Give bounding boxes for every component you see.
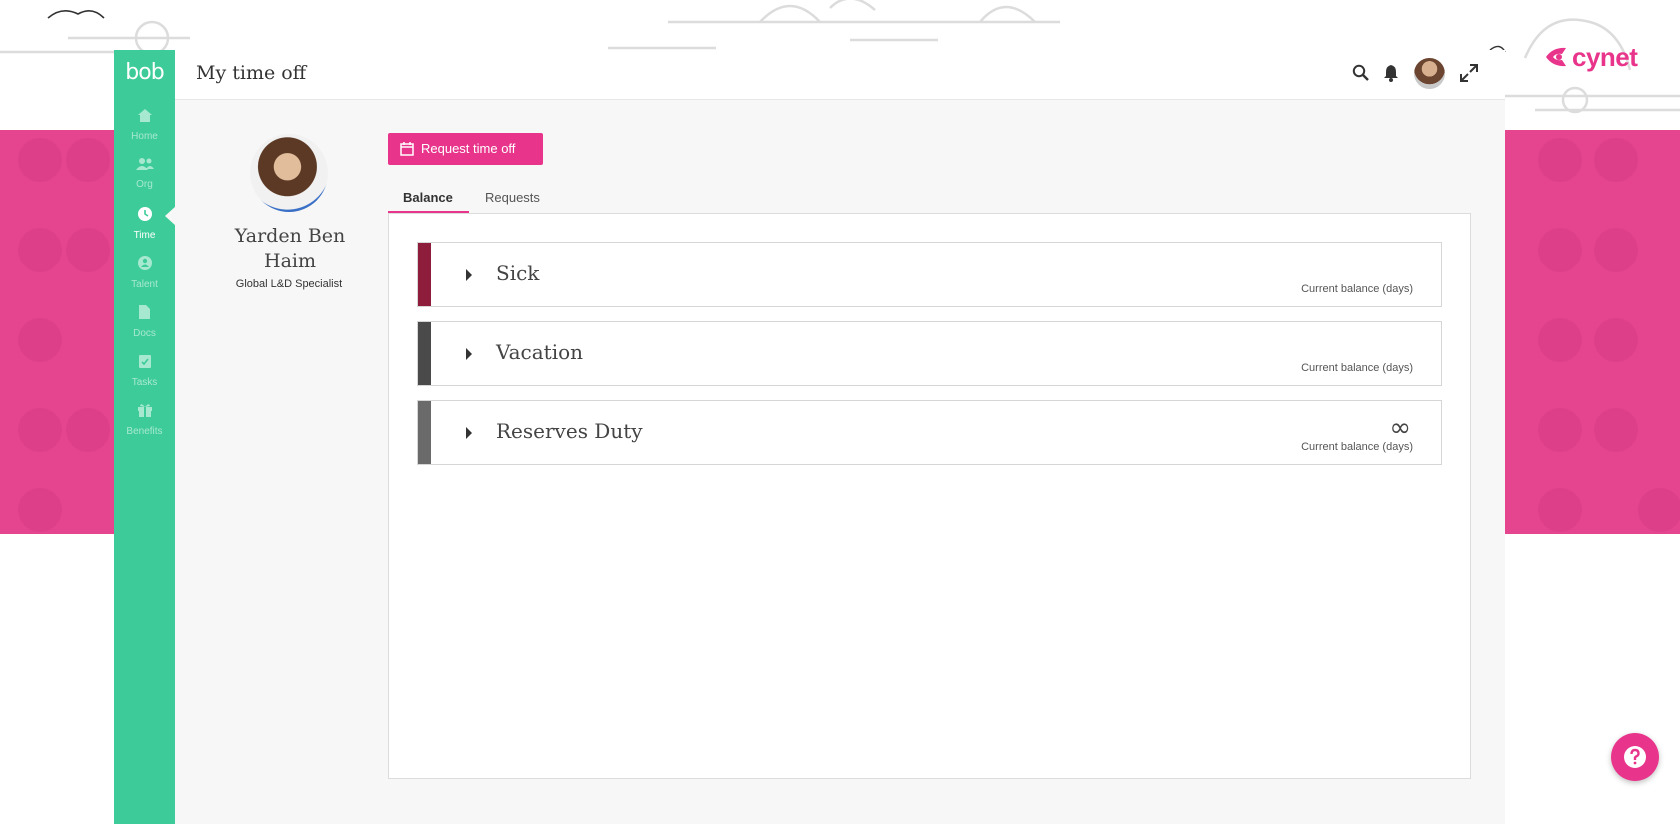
bob-logo[interactable]: bob	[114, 60, 175, 85]
page-title: My time off	[196, 62, 307, 84]
sidebar-item-tasks[interactable]: Tasks	[114, 353, 175, 390]
profile-name: Yarden Ben Haim	[234, 225, 346, 272]
calendar-icon	[400, 142, 414, 156]
profile-photo	[250, 134, 328, 212]
policy-card-vacation[interactable]: Vacation Current balance (days)	[417, 321, 1442, 386]
bell-icon[interactable]	[1383, 64, 1399, 82]
tab-balance[interactable]: Balance	[403, 190, 453, 205]
policy-color-bar	[418, 243, 431, 306]
policy-color-bar	[418, 401, 431, 464]
tab-requests[interactable]: Requests	[485, 190, 540, 205]
sidebar-item-home[interactable]: Home	[114, 108, 175, 144]
sidebar: bob Home Org Time Talent Docs Tasks Bene…	[114, 50, 176, 824]
tasks-icon	[138, 355, 151, 368]
sidebar-item-label: Talent	[131, 279, 158, 290]
profile-role: Global L&D Specialist	[235, 278, 343, 290]
balance-label: Current balance (days)	[1301, 441, 1413, 453]
policy-card-sick[interactable]: Sick Current balance (days)	[417, 242, 1442, 307]
sidebar-item-talent[interactable]: Talent	[114, 255, 175, 292]
balance-label: Current balance (days)	[1301, 283, 1413, 295]
infinity-balance-value: ∞	[1389, 413, 1411, 443]
expand-icon[interactable]	[1460, 64, 1478, 82]
expand-arrow-icon[interactable]	[466, 348, 472, 360]
gift-icon	[137, 404, 152, 417]
policy-color-bar	[418, 322, 431, 385]
sidebar-item-docs[interactable]: Docs	[114, 304, 175, 341]
search-icon[interactable]	[1352, 64, 1370, 82]
clock-icon	[137, 207, 152, 221]
sidebar-item-label: Benefits	[126, 426, 163, 437]
sidebar-item-org[interactable]: Org	[114, 157, 175, 192]
policy-name: Vacation	[496, 340, 584, 364]
top-header: My time off	[175, 50, 1505, 100]
company-logo: cynet	[1544, 42, 1638, 75]
request-button-label: Request time off	[421, 141, 516, 156]
sidebar-item-benefits[interactable]: Benefits	[114, 402, 175, 439]
sidebar-item-label: Org	[136, 179, 153, 190]
active-indicator	[165, 206, 176, 226]
sidebar-item-label: Docs	[133, 328, 156, 339]
policy-name: Reserves Duty	[496, 419, 643, 443]
question-icon	[1624, 746, 1646, 768]
people-icon	[135, 158, 154, 170]
expand-arrow-icon[interactable]	[466, 427, 472, 439]
balance-label: Current balance (days)	[1301, 362, 1413, 374]
company-logo-text: cynet	[1572, 42, 1638, 72]
policy-card-reserves-duty[interactable]: Reserves Duty ∞ Current balance (days)	[417, 400, 1442, 465]
expand-arrow-icon[interactable]	[466, 269, 472, 281]
policy-name: Sick	[496, 261, 540, 285]
app-window: bob Home Org Time Talent Docs Tasks Bene…	[114, 50, 1505, 824]
sidebar-item-label: Time	[133, 230, 156, 241]
balance-panel: Sick Current balance (days) Vacation Cur…	[388, 213, 1471, 779]
home-icon	[137, 109, 152, 122]
help-button[interactable]	[1611, 733, 1659, 781]
talent-icon	[137, 256, 152, 270]
cynet-mark-icon	[1544, 44, 1570, 75]
request-time-off-button[interactable]: Request time off	[388, 133, 543, 165]
avatar[interactable]	[1414, 58, 1445, 89]
sidebar-item-label: Tasks	[131, 377, 158, 388]
sidebar-item-label: Home	[131, 131, 158, 142]
document-icon	[139, 305, 150, 319]
